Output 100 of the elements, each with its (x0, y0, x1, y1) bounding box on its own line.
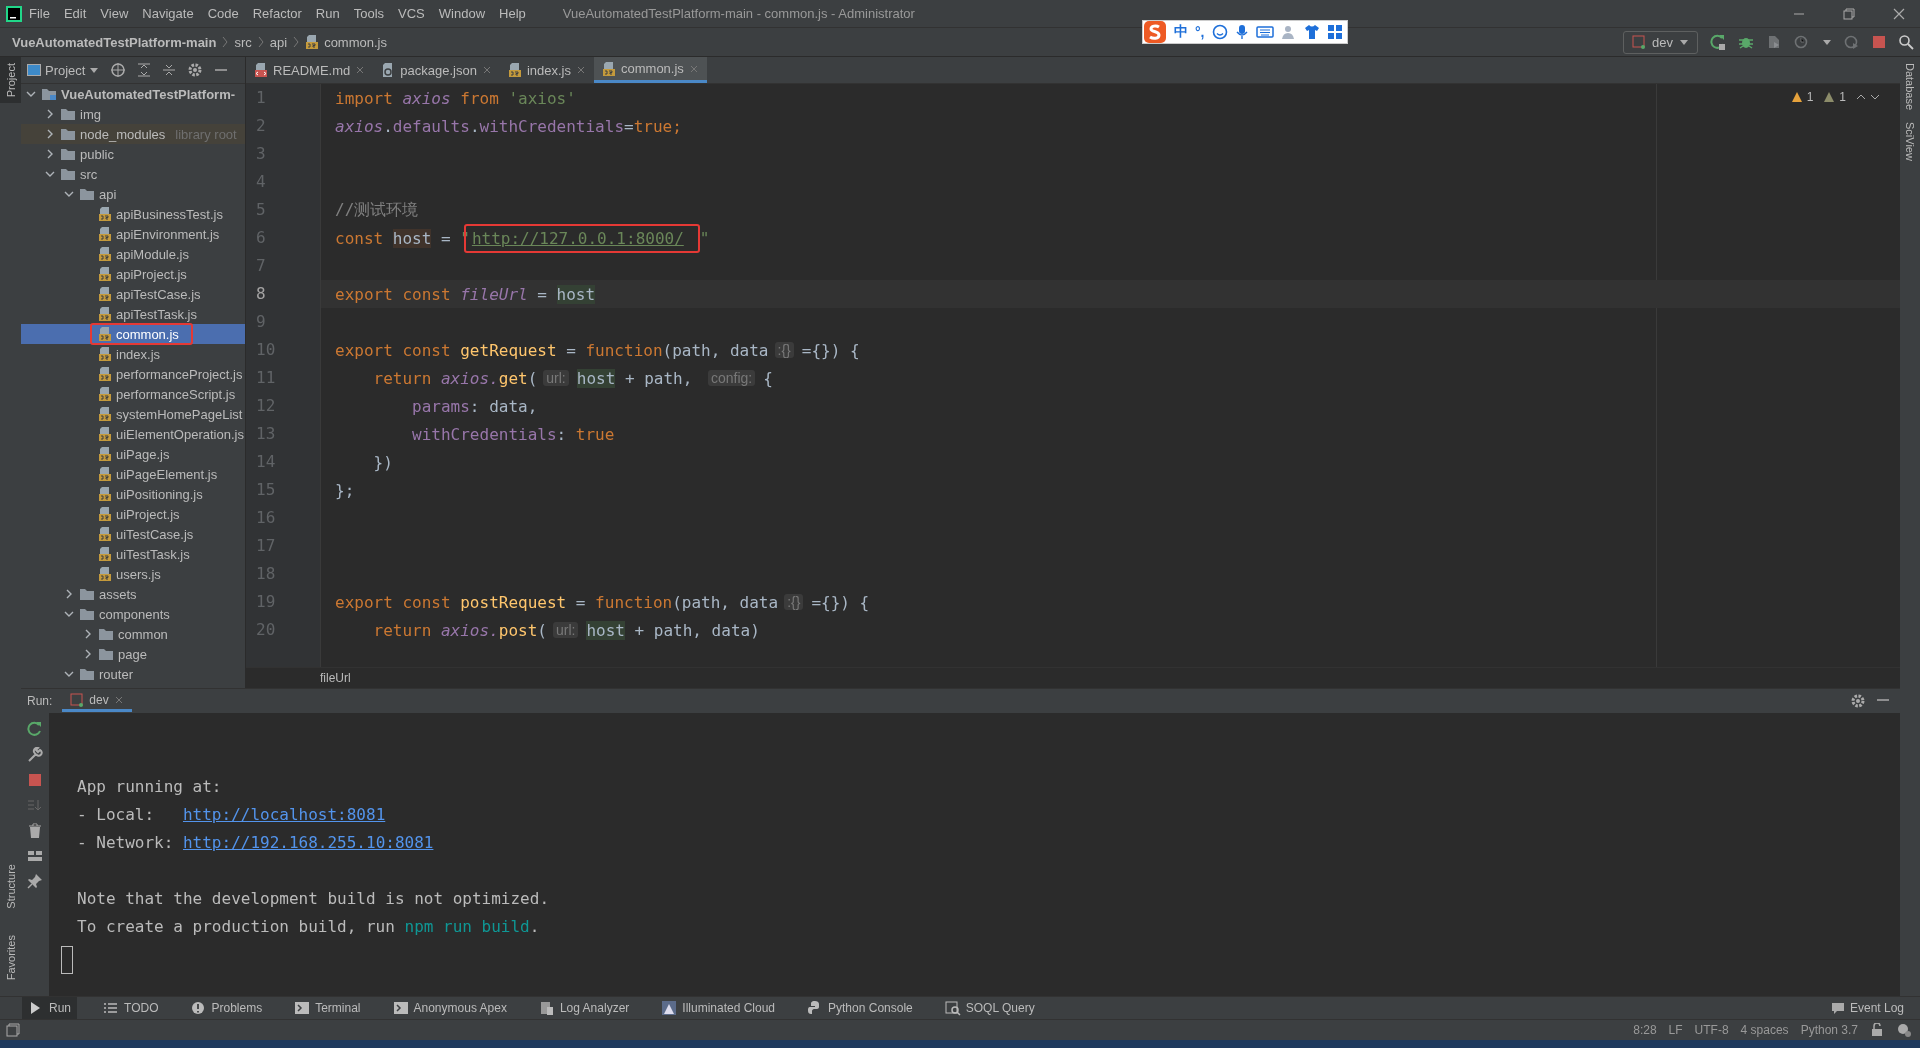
close-icon[interactable] (1892, 6, 1906, 21)
close-icon[interactable] (113, 694, 124, 705)
tree-item[interactable]: uiPageElement.js (21, 464, 245, 484)
editor-tab[interactable]: common.js (594, 57, 707, 83)
previous-icon[interactable] (1856, 92, 1866, 102)
grid-icon[interactable] (1326, 24, 1343, 40)
tree-item[interactable]: apiTestCase.js (21, 284, 245, 304)
expand-all-icon[interactable] (137, 63, 152, 77)
tree-item[interactable]: apiEnvironment.js (21, 224, 245, 244)
tree-item[interactable]: index.js (21, 344, 245, 364)
tool-window-button[interactable]: SOQL Query (938, 997, 1041, 1019)
tool-window-tab[interactable]: Favorites (0, 928, 21, 986)
smiley-icon[interactable] (1211, 24, 1228, 40)
breadcrumb-item[interactable]: src (234, 34, 252, 50)
tree-item[interactable]: api (21, 184, 245, 204)
tree-item[interactable]: img (21, 104, 245, 124)
menu-item[interactable]: Navigate (135, 6, 201, 21)
tree-item[interactable]: assets (21, 584, 245, 604)
run-config-dropdown[interactable]: dev (1623, 30, 1698, 54)
pin-icon[interactable] (27, 873, 43, 889)
locate-icon[interactable] (110, 62, 127, 78)
status-item[interactable]: 8:28 (1633, 1023, 1657, 1037)
menu-item[interactable]: Window (431, 6, 493, 21)
stop-icon[interactable] (1872, 35, 1886, 49)
menu-item[interactable]: Tools (346, 6, 392, 21)
tree-item[interactable]: systemHomePageList (21, 404, 245, 424)
tree-item[interactable]: public (21, 144, 245, 164)
menu-item[interactable]: Code (200, 6, 246, 21)
tree-item[interactable]: users.js (21, 564, 245, 584)
status-item[interactable]: 4 spaces (1740, 1023, 1789, 1037)
run-tab[interactable]: dev (62, 690, 132, 712)
tree-item[interactable]: apiModule.js (21, 244, 245, 264)
tree-item[interactable]: apiBusinessTest.js (21, 204, 245, 224)
wrench-icon[interactable] (27, 747, 43, 763)
breadcrumb-item[interactable]: common.js (324, 34, 387, 50)
tree-item[interactable]: performanceScript.js (21, 384, 245, 404)
menu-item[interactable]: Run (308, 6, 347, 21)
close-icon[interactable] (355, 65, 366, 75)
tree-item[interactable]: page (21, 644, 245, 664)
tree-item[interactable]: components (21, 604, 245, 624)
tool-window-tab[interactable]: Database (1900, 57, 1920, 117)
tree-item[interactable]: router (21, 664, 245, 684)
tree-item[interactable]: common (21, 624, 245, 644)
restore-icon[interactable] (1842, 6, 1856, 21)
breadcrumb-item[interactable]: api (269, 34, 288, 50)
editor-tab[interactable]: package.json (373, 57, 500, 83)
editor-tab[interactable]: index.js (499, 57, 594, 83)
tool-window-button[interactable]: Anonymous Apex (386, 997, 513, 1019)
tree-item[interactable]: VueAutomatedTestPlatform- (21, 84, 245, 104)
tool-window-button[interactable]: Python Console (801, 997, 919, 1019)
menu-item[interactable]: VCS (391, 6, 432, 21)
panel-toggle-icon[interactable] (6, 1023, 20, 1037)
tree-item[interactable]: apiTestTask.js (21, 304, 245, 324)
tool-window-button[interactable]: Problems (184, 997, 269, 1019)
status-item[interactable]: LF (1668, 1023, 1683, 1037)
tree-item[interactable]: apiProject.js (21, 264, 245, 284)
status-item[interactable]: Python 3.7 (1800, 1023, 1858, 1037)
breadcrumb-item[interactable]: VueAutomatedTestPlatform-main (12, 34, 217, 50)
event-log-button[interactable]: Event Log (1824, 997, 1910, 1019)
search-icon[interactable] (1898, 34, 1914, 50)
menu-item[interactable]: View (93, 6, 136, 21)
rerun-icon[interactable] (27, 721, 43, 737)
tree-item[interactable]: uiElementOperation.js (21, 424, 245, 444)
tool-window-button[interactable]: Terminal (288, 997, 367, 1019)
ime-button[interactable]: 中 (1174, 23, 1188, 41)
keyboard-icon[interactable] (1255, 25, 1274, 39)
tool-window-button[interactable]: Run (22, 997, 77, 1019)
menu-item[interactable]: Edit (56, 6, 94, 21)
breadcrumb-item[interactable]: fileUrl (320, 671, 351, 685)
tree-item[interactable]: uiPage.js (21, 444, 245, 464)
tool-window-button[interactable]: TODO (97, 997, 165, 1019)
ime-logo-icon[interactable] (1143, 20, 1167, 44)
caret-icon[interactable] (1822, 37, 1832, 47)
stop-icon[interactable] (28, 773, 42, 787)
tool-window-tab[interactable]: Project (0, 57, 21, 104)
close-icon[interactable] (576, 65, 586, 75)
tool-window-tab[interactable]: SciView (1900, 116, 1920, 168)
microphone-icon[interactable] (1234, 24, 1249, 40)
project-view-dropdown[interactable]: Project (27, 62, 100, 78)
ime-button[interactable]: °, (1195, 24, 1205, 40)
close-icon[interactable] (481, 65, 492, 75)
settings-icon[interactable] (1850, 693, 1866, 709)
tree-item[interactable]: uiPositioning.js (21, 484, 245, 504)
menu-item[interactable]: Refactor (245, 6, 309, 21)
shirt-icon[interactable] (1303, 24, 1320, 40)
console-link[interactable]: http://192.168.255.10:8081 (182, 832, 434, 852)
console-link[interactable]: http://localhost:8081 (182, 804, 386, 824)
menu-item[interactable]: Help (492, 6, 533, 21)
next-icon[interactable] (1870, 92, 1880, 102)
collapse-all-icon[interactable] (162, 63, 177, 77)
tool-window-button[interactable]: Log Analyzer (532, 997, 636, 1019)
settings-icon[interactable] (187, 62, 204, 78)
tree-item[interactable]: common.js (21, 324, 245, 344)
lock-icon[interactable] (1870, 1023, 1884, 1037)
rerun-icon[interactable] (1710, 34, 1726, 50)
tool-window-button[interactable]: Illuminated Cloud (655, 997, 782, 1019)
trash-icon[interactable] (28, 823, 42, 839)
tree-item[interactable]: uiTestTask.js (21, 544, 245, 564)
tree-item[interactable]: src (21, 164, 245, 184)
menu-item[interactable]: File (22, 6, 57, 21)
